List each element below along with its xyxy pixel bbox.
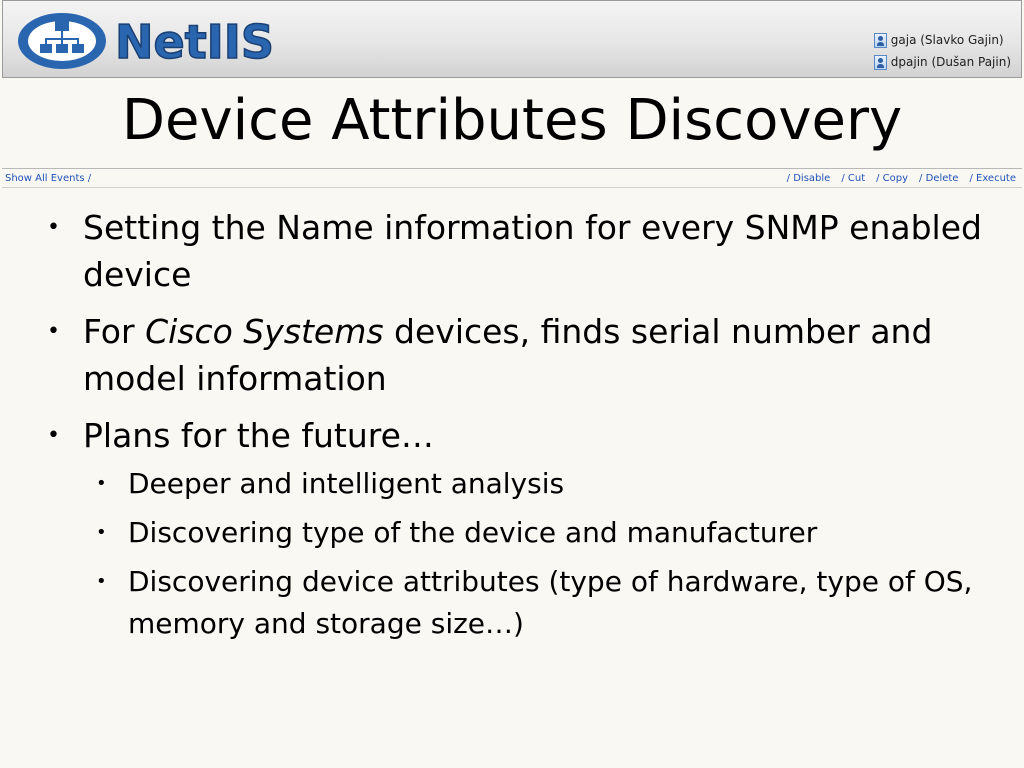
netiis-logo[interactable]: NetIIS	[15, 10, 345, 72]
sub-bullet-text: Discovering device attributes (type of h…	[128, 565, 973, 640]
bullet-text: Plans for the future…	[83, 416, 434, 455]
toolbar-actions: / Disable / Cut / Copy / Delete / Execut…	[787, 173, 1016, 184]
slide-content: • Setting the Name information for every…	[44, 204, 1004, 652]
user-entry[interactable]: dpajin (Dušan Pajin)	[873, 51, 1011, 73]
bullet-dot: •	[47, 319, 60, 344]
bullet-dot: •	[47, 423, 60, 448]
user-label: gaja (Slavko Gajin)	[890, 33, 1004, 47]
bullet-dot: •	[47, 215, 60, 240]
page-title: Device Attributes Discovery	[121, 88, 903, 153]
user-entry[interactable]: gaja (Slavko Gajin)	[873, 29, 1011, 51]
sub-bullet-item: • Discovering device attributes (type of…	[44, 561, 1004, 645]
user-icon	[873, 54, 887, 70]
bullet-text-prefix: For	[83, 312, 146, 351]
sub-bullet-list: • Deeper and intelligent analysis • Disc…	[44, 463, 1004, 645]
logo-text: NetIIS	[115, 15, 274, 69]
copy-link[interactable]: / Copy	[876, 173, 908, 184]
cisco-systems-text: Cisco Systems	[145, 312, 384, 351]
user-list: gaja (Slavko Gajin) dpajin (Dušan Pajin)	[873, 29, 1011, 73]
delete-link[interactable]: / Delete	[919, 173, 958, 184]
sub-bullet-text: Deeper and intelligent analysis	[128, 467, 565, 500]
bullet-dot: •	[96, 473, 107, 494]
cut-link[interactable]: / Cut	[841, 173, 865, 184]
header-bar: NetIIS gaja (Slavko Gajin) dpajin (Dušan…	[2, 0, 1022, 78]
user-icon	[873, 32, 887, 48]
bullet-item: • Plans for the future…	[44, 412, 1004, 459]
show-all-events-link[interactable]: Show All Events /	[5, 173, 91, 184]
bullet-item: • For Cisco Systems devices, finds seria…	[44, 308, 1004, 402]
user-label: dpajin (Dušan Pajin)	[890, 55, 1011, 69]
bullet-dot: •	[96, 571, 107, 592]
sub-bullet-text: Discovering type of the device and manuf…	[128, 516, 818, 549]
bullet-text: Setting the Name information for every S…	[83, 208, 982, 294]
action-toolbar: Show All Events / / Disable / Cut / Copy…	[2, 168, 1022, 188]
bullet-dot: •	[96, 522, 107, 543]
sub-bullet-item: • Discovering type of the device and man…	[44, 512, 1004, 554]
execute-link[interactable]: / Execute	[969, 173, 1016, 184]
sub-bullet-item: • Deeper and intelligent analysis	[44, 463, 1004, 505]
bullet-item: • Setting the Name information for every…	[44, 204, 1004, 298]
disable-link[interactable]: / Disable	[787, 173, 831, 184]
